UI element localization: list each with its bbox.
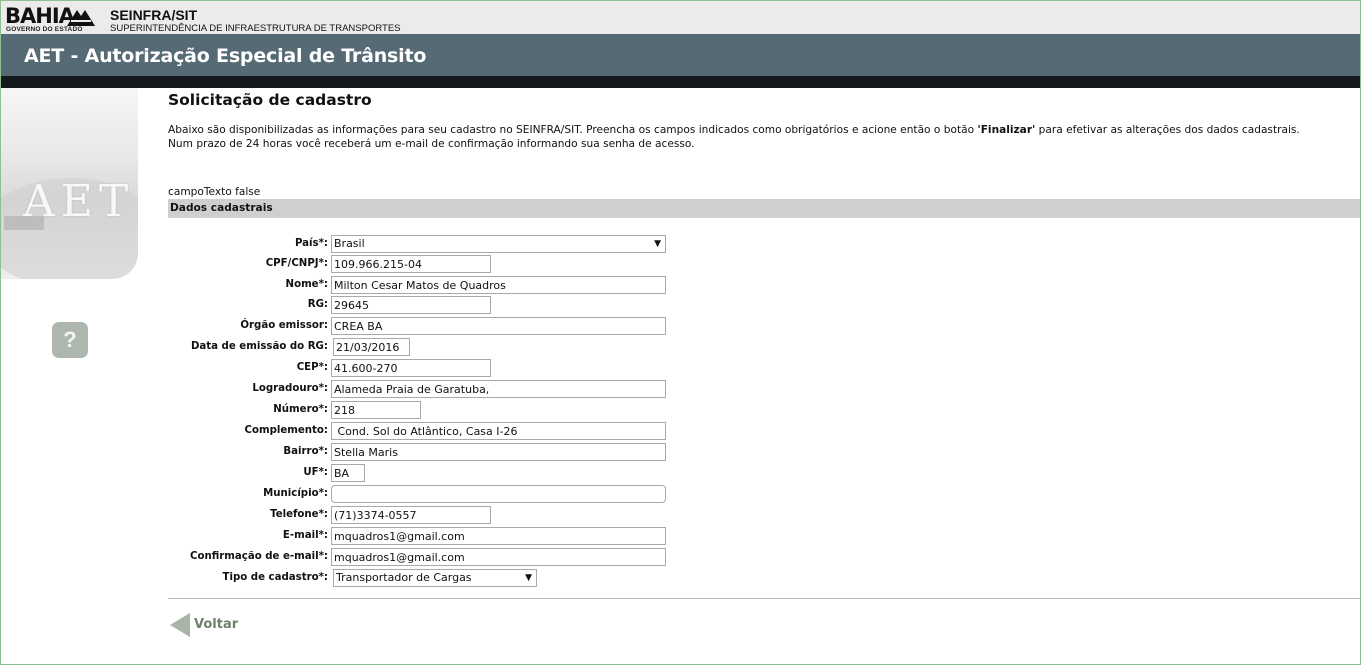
email-input[interactable] <box>331 527 666 545</box>
bairro-label: Bairro*: <box>283 446 328 457</box>
row-email: E-mail*: <box>168 527 1360 547</box>
dropdown-arrow-icon: ▼ <box>525 573 532 583</box>
cpf-input[interactable] <box>331 255 491 273</box>
cep-input[interactable] <box>331 359 491 377</box>
data-rg-input[interactable] <box>333 338 410 356</box>
numero-input[interactable] <box>331 401 421 419</box>
intro-part2: para efetivar as alterações dos dados ca… <box>1035 124 1300 136</box>
tipo-label: Tipo de cadastro*: <box>222 572 328 583</box>
email-label: E-mail*: <box>282 530 328 541</box>
row-cep: CEP*: <box>168 359 1360 379</box>
nome-label: Nome*: <box>285 279 328 290</box>
logradouro-input[interactable] <box>331 380 666 398</box>
tipo-value: Transportador de Cargas <box>336 571 472 584</box>
uf-label: UF*: <box>303 467 328 478</box>
row-uf: UF*: <box>168 464 1360 484</box>
row-telefone: Telefone*: <box>168 506 1360 526</box>
data-rg-label: Data de emissão do RG: <box>190 341 328 352</box>
row-data-rg: Data de emissão do RG: <box>168 338 1360 358</box>
municipio-input[interactable] <box>331 485 666 503</box>
row-pais: País*: Brasil ▼ <box>168 235 1360 255</box>
sidebar-decorative-image: AET <box>1 88 138 279</box>
debug-text: campoTexto false <box>168 186 261 198</box>
logo-subtitle: GOVERNO DO ESTADO <box>6 26 83 33</box>
complemento-input[interactable] <box>331 422 666 440</box>
logradouro-label: Logradouro*: <box>252 383 328 394</box>
email-confirm-label: Confirmação de e-mail*: <box>189 551 328 562</box>
orgao-input[interactable] <box>331 317 666 335</box>
row-email-confirm: Confirmação de e-mail*: <box>168 548 1360 568</box>
pais-label: País*: <box>294 238 328 249</box>
telefone-label: Telefone*: <box>270 509 328 520</box>
tipo-select[interactable]: Transportador de Cargas ▼ <box>333 569 537 587</box>
row-bairro: Bairro*: <box>168 443 1360 463</box>
logo-word: BAHIA <box>5 4 75 28</box>
back-label: Voltar <box>194 617 239 632</box>
org-name: SEINFRA/SIT <box>110 7 198 23</box>
telefone-input[interactable] <box>331 506 491 524</box>
complemento-label: Complemento: <box>244 425 328 436</box>
pais-select[interactable]: Brasil ▼ <box>331 235 666 253</box>
form-divider <box>168 598 1360 599</box>
page-title: Solicitação de cadastro <box>168 91 372 109</box>
row-nome: Nome*: <box>168 276 1360 296</box>
bairro-input[interactable] <box>331 443 666 461</box>
municipio-label: Município*: <box>263 488 328 499</box>
row-complemento: Complemento: <box>168 422 1360 442</box>
row-rg: RG: <box>168 296 1360 316</box>
uf-input[interactable] <box>331 464 365 482</box>
logo-mark-icon <box>67 10 95 26</box>
intro-part1: Abaixo são disponibilizadas as informaçõ… <box>168 124 978 136</box>
section-header: Dados cadastrais <box>168 199 1360 218</box>
section-title: Dados cadastrais <box>170 202 273 214</box>
top-header: BAHIA GOVERNO DO ESTADO SEINFRA/SIT SUPE… <box>1 1 1360 34</box>
row-cpf: CPF/CNPJ*: <box>168 255 1360 275</box>
rg-input[interactable] <box>331 296 491 314</box>
row-numero: Número*: <box>168 401 1360 421</box>
back-button[interactable]: Voltar <box>168 613 248 637</box>
cpf-label: CPF/CNPJ*: <box>265 258 328 269</box>
nome-input[interactable] <box>331 276 666 294</box>
cep-label: CEP*: <box>296 362 328 373</box>
intro-bold: 'Finalizar' <box>977 124 1036 136</box>
intro-text: Abaixo são disponibilizadas as informaçõ… <box>168 123 1358 151</box>
back-arrow-icon <box>170 613 190 637</box>
app-title-bar: AET - Autorização Especial de Trânsito <box>1 34 1360 76</box>
row-orgao: Órgão emissor: <box>168 317 1360 337</box>
sidebar-art-text: AET <box>23 176 135 227</box>
rg-label: RG: <box>307 299 328 310</box>
orgao-label: Órgão emissor: <box>240 320 328 331</box>
app-title: AET - Autorização Especial de Trânsito <box>24 45 427 67</box>
numero-label: Número*: <box>273 404 328 415</box>
header-divider <box>1 76 1360 88</box>
intro-line2: Num prazo de 24 horas você receberá um e… <box>168 138 695 150</box>
row-municipio: Município*: <box>168 485 1360 505</box>
email-confirm-input[interactable] <box>331 548 666 566</box>
bahia-logo: BAHIA GOVERNO DO ESTADO <box>5 6 95 33</box>
org-subtitle: SUPERINTENDÊNCIA DE INFRAESTRUTURA DE TR… <box>110 23 401 34</box>
dropdown-arrow-icon: ▼ <box>654 239 661 249</box>
row-tipo: Tipo de cadastro*: Transportador de Carg… <box>168 569 1360 589</box>
help-button[interactable]: ? <box>52 322 88 358</box>
row-logradouro: Logradouro*: <box>168 380 1360 400</box>
pais-value: Brasil <box>334 237 365 250</box>
